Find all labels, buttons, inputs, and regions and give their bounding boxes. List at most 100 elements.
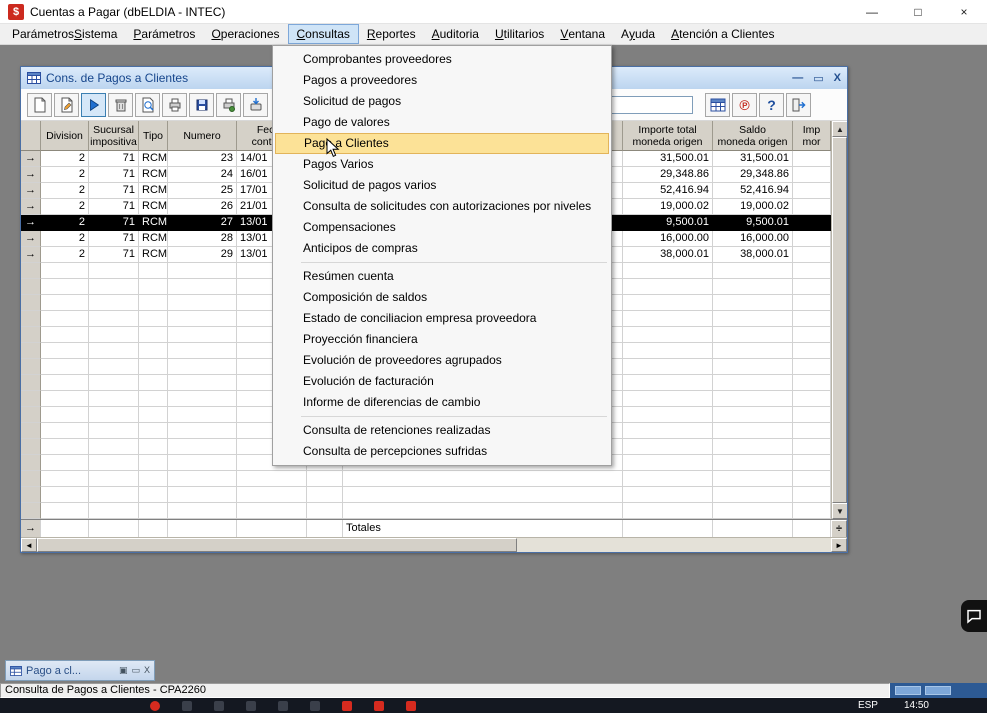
menu-consultas[interactable]: Consultas: [288, 24, 359, 44]
cell-imp: [793, 343, 831, 359]
col-header-numero[interactable]: Numero: [168, 121, 237, 151]
menuitem-solicitud-de-pagos-varios[interactable]: Solicitud de pagos varios: [275, 175, 609, 196]
taskbar-app-icon[interactable]: [310, 701, 320, 711]
scroll-up-icon[interactable]: ▲: [832, 121, 847, 137]
grid-hscrollbar[interactable]: ◄ ►: [21, 537, 847, 552]
close-button[interactable]: ×: [941, 0, 987, 23]
cell-imp: [793, 311, 831, 327]
table-view-button[interactable]: [705, 93, 730, 117]
grid-corner-button[interactable]: ÷: [831, 520, 847, 538]
cell-sucursal: 71: [89, 167, 139, 183]
cell-saldo: [713, 471, 793, 487]
menu-parametros[interactable]: Parámetros: [125, 24, 203, 44]
taskbar-app-icon[interactable]: [150, 701, 160, 711]
cell-imp: [793, 487, 831, 503]
menuitem-pagos-varios[interactable]: Pagos Varios: [275, 154, 609, 175]
vscroll-thumb[interactable]: [832, 137, 847, 503]
minimized-window[interactable]: Pago a cl... ▣ ▭ X: [5, 660, 155, 681]
delete-record-button[interactable]: [108, 93, 133, 117]
menuitem-composicion-de-saldos[interactable]: Composición de saldos: [275, 287, 609, 308]
menu-parametros-sistema[interactable]: Parámetros Sistema: [4, 24, 125, 44]
menuitem-pagos-a-proveedores[interactable]: Pagos a proveedores: [275, 70, 609, 91]
minimize-button[interactable]: —: [849, 0, 895, 23]
cell-tipo: RCM: [139, 199, 168, 215]
menuitem-consulta-de-solicitudes-con-autorizaciones-por-niveles[interactable]: Consulta de solicitudes con autorizacion…: [275, 196, 609, 217]
cell-colB: [343, 487, 623, 503]
child-maximize-button[interactable]: ▭: [813, 72, 823, 85]
print-button[interactable]: [162, 93, 187, 117]
close-button[interactable]: X: [144, 665, 150, 676]
menuitem-comprobantes-proveedores[interactable]: Comprobantes proveedores: [275, 49, 609, 70]
print-setup-button[interactable]: [216, 93, 241, 117]
menu-reportes[interactable]: Reportes: [359, 24, 424, 44]
edit-record-button[interactable]: [54, 93, 79, 117]
col-header-imp[interactable]: Imp mor: [793, 121, 831, 151]
taskbar-app-icon[interactable]: [406, 701, 416, 711]
menuitem-informe-de-diferencias-de-cambio[interactable]: Informe de diferencias de cambio: [275, 392, 609, 413]
cell-importe: [623, 311, 713, 327]
menuitem-consulta-de-percepciones-sufridas[interactable]: Consulta de percepciones sufridas: [275, 441, 609, 462]
taskbar-app-icon[interactable]: [182, 701, 192, 711]
help-button[interactable]: ?: [759, 93, 784, 117]
menu-ventana[interactable]: Ventana: [552, 24, 613, 44]
run-query-button[interactable]: [81, 93, 106, 117]
taskbar-app-icon[interactable]: [214, 701, 224, 711]
col-header-ind[interactable]: [21, 121, 41, 151]
cell-importe: [623, 471, 713, 487]
col-header-saldo[interactable]: Saldo moneda origen: [713, 121, 793, 151]
taskbar-app-icon[interactable]: [342, 701, 352, 711]
taskbar-language[interactable]: ESP: [858, 700, 878, 711]
menuitem-proyeccion-financiera[interactable]: Proyección financiera: [275, 329, 609, 350]
col-header-division[interactable]: Division: [41, 121, 89, 151]
col-header-sucursal[interactable]: Sucursal impositiva: [89, 121, 139, 151]
cell-importe: [623, 487, 713, 503]
cell-numero: [168, 407, 237, 423]
menu-atencion-a-clientes[interactable]: Atención a Clientes: [663, 24, 782, 44]
menu-ayuda[interactable]: Ayuda: [613, 24, 663, 44]
phonogram-button[interactable]: ℗: [732, 93, 757, 117]
exit-button[interactable]: [786, 93, 811, 117]
chat-bubble-button[interactable]: [961, 600, 987, 632]
taskbar-clock[interactable]: 14:50: [904, 700, 929, 711]
hscroll-thumb[interactable]: [37, 538, 517, 552]
child-close-button[interactable]: X: [834, 72, 841, 85]
menuitem-estado-de-conciliacion-empresa-proveedora[interactable]: Estado de conciliacion empresa proveedor…: [275, 308, 609, 329]
menu-utilitarios[interactable]: Utilitarios: [487, 24, 552, 44]
cell-ind: [21, 503, 41, 519]
menuitem-evolucion-de-facturacion[interactable]: Evolución de facturación: [275, 371, 609, 392]
menuitem-pago-a-clientes[interactable]: Pago a Clientes: [275, 133, 609, 154]
cell-saldo: [713, 423, 793, 439]
menuitem-evolucion-de-proveedores-agrupados[interactable]: Evolución de proveedores agrupados: [275, 350, 609, 371]
preview-button[interactable]: [135, 93, 160, 117]
maximize-button[interactable]: ▭: [131, 665, 140, 676]
menuitem-pago-de-valores[interactable]: Pago de valores: [275, 112, 609, 133]
child-minimize-button[interactable]: —: [792, 72, 803, 85]
taskbar-app-icon[interactable]: [246, 701, 256, 711]
menuitem-anticipos-de-compras[interactable]: Anticipos de compras: [275, 238, 609, 259]
cell-importe: 29,348.86: [623, 167, 713, 183]
menuitem-resumen-cuenta[interactable]: Resúmen cuenta: [275, 266, 609, 287]
menuitem-solicitud-de-pagos[interactable]: Solicitud de pagos: [275, 91, 609, 112]
taskbar-app-icon[interactable]: [278, 701, 288, 711]
col-header-importe[interactable]: Importe total moneda origen: [623, 121, 713, 151]
scroll-left-icon[interactable]: ◄: [21, 538, 37, 552]
cell-numero: 28: [168, 231, 237, 247]
grid-vscrollbar[interactable]: ▲ ▼: [831, 121, 847, 519]
new-record-button[interactable]: [27, 93, 52, 117]
status-bar: Consulta de Pagos a Clientes - CPA2260: [0, 683, 987, 698]
menu-operaciones[interactable]: Operaciones: [203, 24, 287, 44]
menuitem-consulta-de-retenciones-realizadas[interactable]: Consulta de retenciones realizadas: [275, 420, 609, 441]
export-button[interactable]: [243, 93, 268, 117]
col-header-tipo[interactable]: Tipo: [139, 121, 168, 151]
scroll-down-icon[interactable]: ▼: [832, 503, 847, 519]
save-button[interactable]: [189, 93, 214, 117]
maximize-button[interactable]: □: [895, 0, 941, 23]
cell-ind: [21, 295, 41, 311]
scroll-right-icon[interactable]: ►: [831, 538, 847, 552]
menuitem-compensaciones[interactable]: Compensaciones: [275, 217, 609, 238]
cell-tipo: [139, 439, 168, 455]
taskbar-app-icon[interactable]: [374, 701, 384, 711]
hscroll-track[interactable]: [517, 538, 831, 552]
restore-button[interactable]: ▣: [119, 665, 128, 676]
menu-auditoria[interactable]: Auditoria: [424, 24, 487, 44]
